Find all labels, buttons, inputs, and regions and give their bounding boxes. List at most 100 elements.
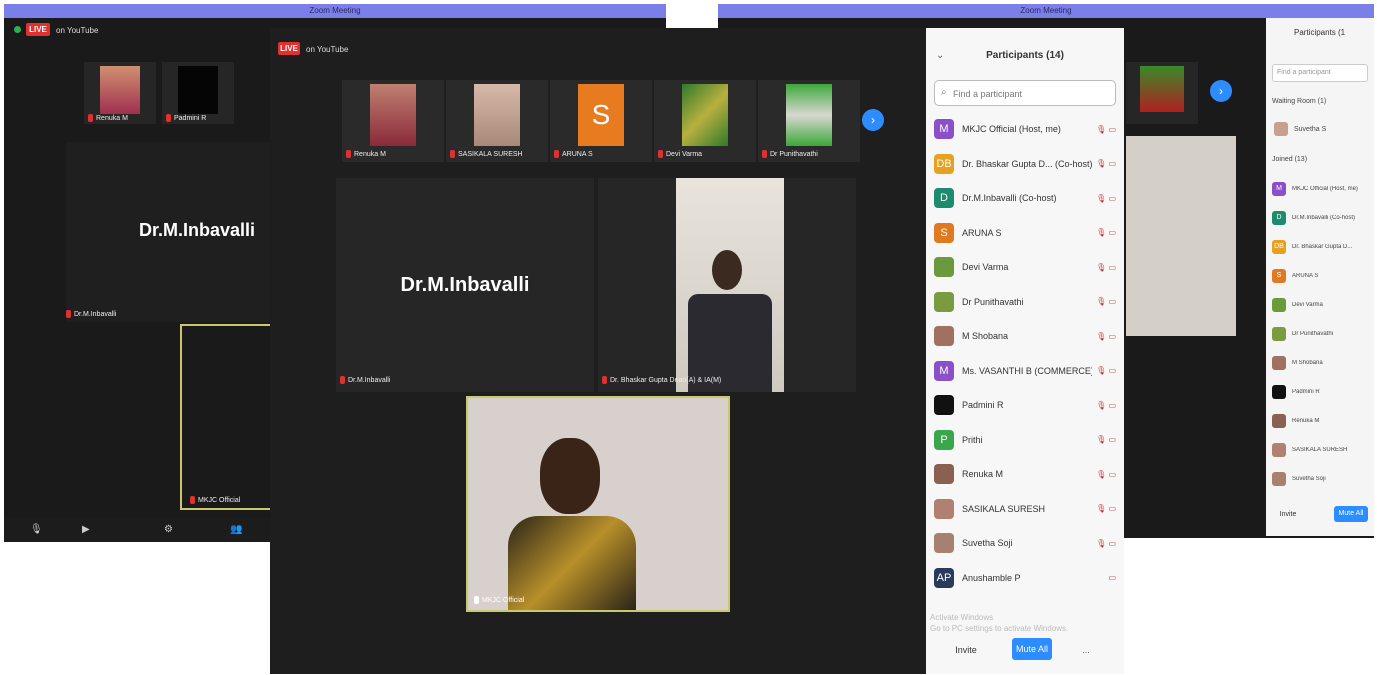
mute-all-button[interactable]: Mute All bbox=[1334, 506, 1368, 522]
participant-row[interactable]: S ARUNA S bbox=[1272, 265, 1372, 287]
speaker-tile[interactable] bbox=[1126, 136, 1236, 336]
video-thumb[interactable]: Dr Punithavathi bbox=[758, 80, 860, 162]
mic-video-icons[interactable]: ▭ bbox=[1108, 573, 1116, 582]
center-zoom-window: LIVE on YouTube Renuka M SASIKALA SURESH… bbox=[270, 28, 1124, 674]
participant-row[interactable]: S ARUNA S 🎙 ▭ bbox=[934, 218, 1116, 248]
avatar: DB bbox=[934, 153, 954, 174]
participant-name: Dr.M.Inbavalli (Co-host) bbox=[1292, 215, 1356, 221]
mic-video-icons[interactable]: 🎙 ▭ bbox=[1096, 297, 1116, 306]
more-button[interactable]: ... bbox=[1074, 640, 1098, 660]
participant-photo bbox=[474, 84, 520, 146]
participant-row[interactable]: M MKJC Official (Host, me) 🎙 ▭ bbox=[934, 114, 1116, 144]
participant-row[interactable]: M Ms. VASANTHI B (COMMERCE) 🎙 ▭ bbox=[934, 356, 1116, 386]
video-thumb[interactable]: SASIKALA SURESH bbox=[446, 80, 548, 162]
participant-name: Dr Punithavathi bbox=[1292, 331, 1334, 337]
avatar bbox=[934, 291, 954, 312]
mic-video-icons[interactable]: 🎙 ▭ bbox=[1096, 435, 1116, 444]
mic-icon[interactable]: 🎙 bbox=[30, 524, 43, 535]
participant-row[interactable]: SASIKALA SURESH 🎙 ▭ bbox=[934, 494, 1116, 524]
video-icon[interactable]: ▶ bbox=[82, 524, 90, 535]
search-field[interactable]: ⌕ Find a participant bbox=[934, 80, 1116, 106]
mic-video-icons[interactable]: 🎙 ▭ bbox=[1096, 263, 1116, 272]
mic-video-icons[interactable]: 🎙 ▭ bbox=[1096, 504, 1116, 513]
avatar: DB bbox=[1272, 240, 1286, 254]
participant-row[interactable]: M Shobana bbox=[1272, 352, 1372, 374]
avatar bbox=[1272, 472, 1286, 486]
panel-title: Participants (14) bbox=[986, 50, 1064, 61]
participant-photo bbox=[1140, 66, 1184, 112]
mic-video-icons[interactable]: 🎙 ▭ bbox=[1096, 159, 1116, 168]
invite-button[interactable]: Invite bbox=[948, 640, 984, 660]
main-video-tile[interactable]: Dr.M.Inbavalli bbox=[336, 178, 594, 392]
participant-row[interactable]: P Prithi 🎙 ▭ bbox=[934, 425, 1116, 455]
video-thumb[interactable]: Devi Varma bbox=[654, 80, 756, 162]
video-thumb[interactable]: S ARUNA S bbox=[550, 80, 652, 162]
mic-muted-icon bbox=[66, 310, 71, 318]
mic-video-icons[interactable]: 🎙 ▭ bbox=[1096, 366, 1116, 375]
security-icon[interactable]: ⚙ bbox=[164, 524, 173, 535]
video-thumb[interactable] bbox=[1126, 62, 1198, 124]
live-badge[interactable]: LIVE bbox=[278, 42, 300, 55]
mic-video-icons[interactable]: 🎙 ▭ bbox=[1096, 228, 1116, 237]
tile-caption: Dr.M.Inbavalli bbox=[74, 310, 117, 318]
mic-video-icons[interactable]: 🎙 ▭ bbox=[1096, 539, 1116, 548]
participant-row[interactable]: Renuka M 🎙 ▭ bbox=[934, 459, 1116, 489]
participant-name: MKJC Official (Host, me) bbox=[1292, 186, 1358, 192]
participant-row[interactable]: SASIKALA SURESH bbox=[1272, 439, 1372, 461]
participant-avatar: S bbox=[578, 84, 624, 146]
participant-row[interactable]: DB Dr. Bhaskar Gupta D... (Co-host) 🎙 ▭ bbox=[934, 149, 1116, 179]
mic-muted-icon bbox=[166, 114, 171, 122]
participant-row[interactable]: M Shobana 🎙 ▭ bbox=[934, 321, 1116, 351]
participant-row[interactable]: Devi Varma 🎙 ▭ bbox=[934, 252, 1116, 282]
participant-row[interactable]: Renuka M bbox=[1272, 410, 1372, 432]
video-thumb[interactable]: Padmini R bbox=[162, 62, 234, 124]
participant-row[interactable]: Suvetha Soji bbox=[1272, 468, 1372, 490]
participant-row[interactable]: AP Anushamble P ▭ bbox=[934, 563, 1116, 593]
participant-row[interactable]: Dr Punithavathi bbox=[1272, 323, 1372, 345]
mic-muted-icon bbox=[450, 150, 455, 158]
youtube-stream-label[interactable]: on YouTube bbox=[306, 45, 348, 54]
participant-row[interactable]: M MKJC Official (Host, me) bbox=[1272, 178, 1372, 200]
mic-video-icons[interactable]: 🎙 ▭ bbox=[1096, 194, 1116, 203]
participant-name: Devi Varma bbox=[962, 262, 1009, 272]
search-input[interactable]: Find a participant bbox=[1272, 64, 1368, 82]
mic-muted-icon bbox=[340, 376, 345, 384]
mic-video-icons[interactable]: 🎙 ▭ bbox=[1096, 470, 1116, 479]
search-input[interactable]: Find a participant bbox=[953, 89, 1022, 99]
thumb-name: SASIKALA SURESH bbox=[458, 150, 523, 158]
live-badge[interactable]: LIVE bbox=[26, 23, 50, 36]
invite-button[interactable]: Invite bbox=[1274, 508, 1302, 522]
avatar bbox=[1274, 122, 1288, 136]
mute-all-button[interactable]: Mute All bbox=[1012, 638, 1052, 660]
mic-muted-icon bbox=[554, 150, 559, 158]
participant-row[interactable]: Dr Punithavathi 🎙 ▭ bbox=[934, 287, 1116, 317]
participant-row[interactable]: Padmini R 🎙 ▭ bbox=[934, 390, 1116, 420]
participant-row[interactable]: DB Dr. Bhaskar Gupta D... bbox=[1272, 236, 1372, 258]
active-video-tile[interactable]: MKJC Official bbox=[466, 396, 730, 612]
avatar bbox=[1272, 298, 1286, 312]
video-thumb[interactable]: Renuka M bbox=[84, 62, 156, 124]
participant-row[interactable]: Padmini R bbox=[1272, 381, 1372, 403]
right-titlebar: Zoom Meeting bbox=[718, 4, 1374, 18]
thumb-name: ARUNA S bbox=[562, 150, 593, 158]
person-body bbox=[508, 516, 636, 610]
tile-caption: Dr.M.Inbavalli bbox=[348, 376, 391, 384]
mic-video-icons[interactable]: 🎙 ▭ bbox=[1096, 125, 1116, 134]
self-video-tile[interactable]: MKJC Official bbox=[180, 324, 276, 510]
main-tile-name: Dr.M.Inbavalli bbox=[400, 274, 530, 296]
participant-row[interactable]: D Dr.M.Inbavalli (Co-host) 🎙 ▭ bbox=[934, 183, 1116, 213]
next-page-icon[interactable]: › bbox=[862, 109, 884, 131]
next-page-icon[interactable]: › bbox=[1210, 80, 1232, 102]
mic-video-icons[interactable]: 🎙 ▭ bbox=[1096, 332, 1116, 341]
speaker-video-tile[interactable] bbox=[598, 178, 856, 392]
participant-row[interactable]: Suvetha Soji 🎙 ▭ bbox=[934, 528, 1116, 558]
speaker-head bbox=[712, 250, 742, 290]
video-thumb[interactable]: Renuka M bbox=[342, 80, 444, 162]
youtube-stream-label[interactable]: on YouTube bbox=[56, 26, 98, 35]
participant-row[interactable]: Devi Varma bbox=[1272, 294, 1372, 316]
mic-video-icons[interactable]: 🎙 ▭ bbox=[1096, 401, 1116, 410]
avatar: M bbox=[1272, 182, 1286, 196]
participant-row[interactable]: D Dr.M.Inbavalli (Co-host) bbox=[1272, 207, 1372, 229]
left-titlebar: Zoom Meeting bbox=[4, 4, 666, 18]
participants-icon[interactable]: 👥 bbox=[230, 524, 242, 535]
